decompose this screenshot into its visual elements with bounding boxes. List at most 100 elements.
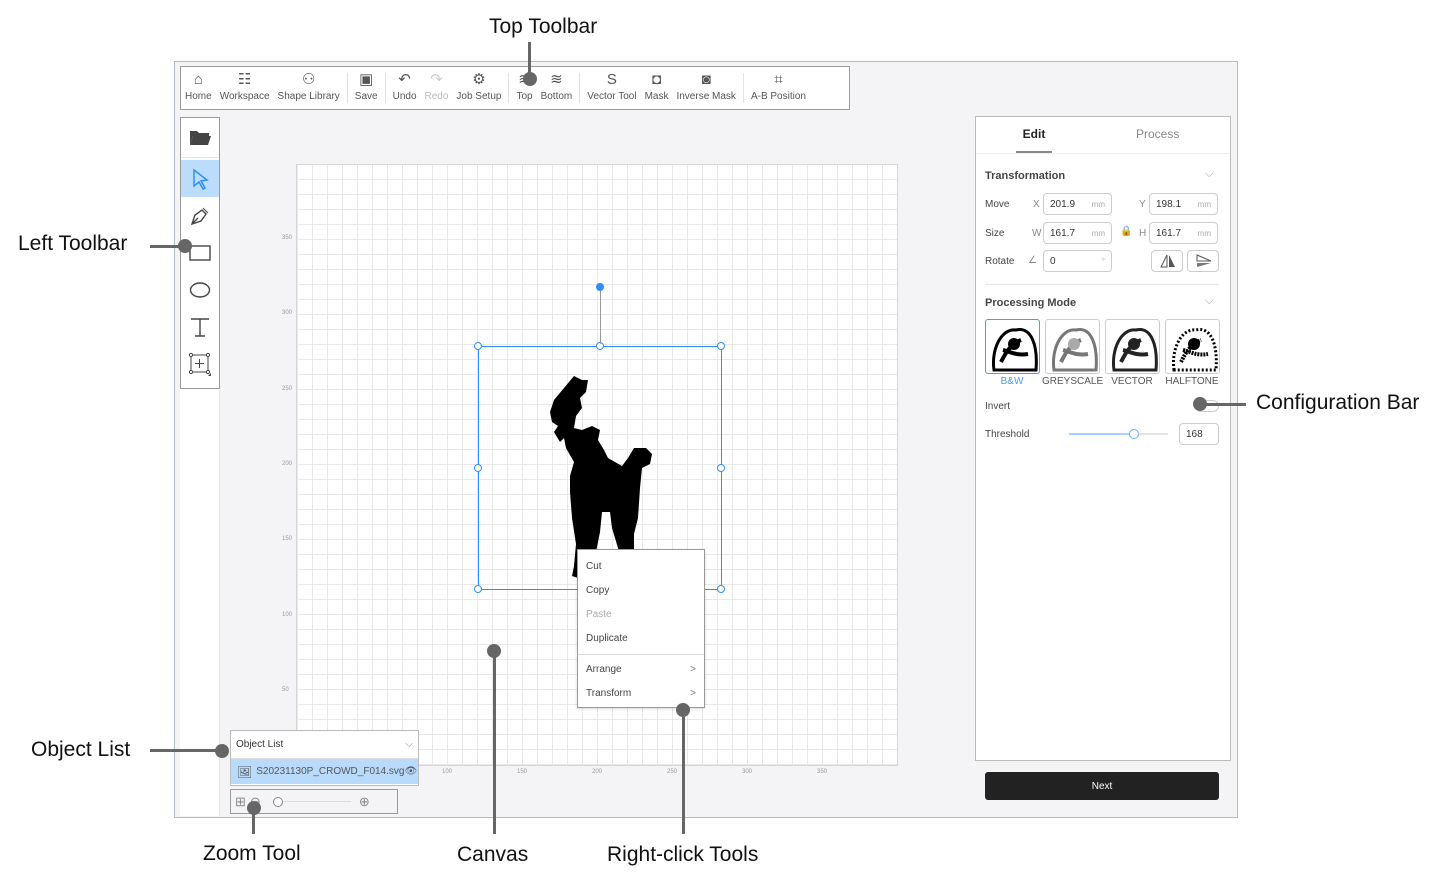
vector-tool-label: Vector Tool bbox=[587, 91, 637, 102]
y-tick-label: 100 bbox=[282, 611, 293, 618]
shape-library-button[interactable]: ⚇ Shape Library bbox=[274, 67, 344, 109]
select-tool[interactable] bbox=[181, 160, 219, 197]
mode-bw-thumbnail[interactable] bbox=[985, 319, 1040, 374]
mode-vector-thumbnail[interactable] bbox=[1105, 319, 1160, 374]
rotate-input[interactable]: 0 ° bbox=[1043, 250, 1112, 272]
menu-item-copy[interactable]: Copy bbox=[578, 579, 704, 603]
tab-process[interactable]: Process bbox=[1136, 127, 1179, 141]
resize-handle[interactable] bbox=[474, 342, 482, 350]
tab-edit[interactable]: Edit bbox=[1016, 127, 1052, 141]
transformation-title: Transformation bbox=[985, 170, 1066, 182]
mode-label: GREYSCALE bbox=[1042, 376, 1104, 387]
workspace-button[interactable]: ☷ Workspace bbox=[216, 67, 274, 109]
redo-label: Redo bbox=[424, 91, 449, 102]
object-filename: S20231130P_CROWD_F014.svg bbox=[256, 766, 405, 777]
save-icon: ▣ bbox=[359, 71, 374, 88]
undo-button[interactable]: ↶ Undo bbox=[389, 67, 421, 109]
height-input[interactable]: 161.7 mm bbox=[1149, 222, 1218, 244]
eye-icon[interactable]: 👁 bbox=[404, 766, 417, 777]
open-folder-button[interactable] bbox=[181, 118, 219, 155]
mode-preview-icon bbox=[1051, 328, 1098, 372]
menu-item-cut[interactable]: Cut bbox=[578, 555, 704, 579]
x-input[interactable]: 201.9 mm bbox=[1043, 193, 1112, 215]
object-list: Object List ⌵ 🖼 S20231130P_CROWD_F014.sv… bbox=[230, 730, 419, 786]
mode-greyscale-thumbnail[interactable] bbox=[1045, 319, 1100, 374]
toolbar-divider bbox=[508, 73, 510, 103]
callout-zoom-tool: Zoom Tool bbox=[203, 842, 301, 865]
job-setup-icon: ⚙ bbox=[472, 71, 486, 88]
zoom-slider-knob[interactable] bbox=[272, 796, 283, 807]
a-b-position-button[interactable]: ⌗ A-B Position bbox=[747, 67, 810, 109]
object-list-item[interactable]: 🖼 S20231130P_CROWD_F014.svg 👁 bbox=[231, 759, 418, 784]
mask-label: Mask bbox=[644, 91, 669, 102]
toolbar-divider bbox=[579, 73, 581, 103]
angle-value: 0 bbox=[1050, 256, 1056, 267]
y-label: Y bbox=[1139, 199, 1146, 210]
chevron-down-icon[interactable]: ⌵ bbox=[1205, 168, 1213, 181]
lock-icon[interactable]: 🔒 bbox=[1120, 226, 1132, 237]
vector-tool-button[interactable]: S Vector Tool bbox=[583, 67, 640, 109]
flip-horizontal-button[interactable] bbox=[1151, 250, 1183, 272]
redo-button[interactable]: ↷ Redo bbox=[421, 67, 453, 109]
next-button[interactable]: Next bbox=[985, 772, 1219, 800]
x-tick-label: 150 bbox=[517, 769, 528, 775]
move-label: Move bbox=[985, 199, 1010, 210]
mask-button[interactable]: ◘ Mask bbox=[641, 67, 673, 109]
menu-item-duplicate[interactable]: Duplicate bbox=[578, 627, 704, 651]
home-label: Home bbox=[185, 91, 212, 102]
inverse-mask-button[interactable]: ◙ Inverse Mask bbox=[672, 67, 739, 109]
resize-handle[interactable] bbox=[717, 342, 725, 350]
callout-top-toolbar: Top Toolbar bbox=[489, 15, 598, 38]
threshold-input[interactable]: 168 bbox=[1179, 423, 1219, 445]
a-b-position-icon: ⌗ bbox=[774, 71, 783, 88]
frame-tool[interactable] bbox=[181, 345, 219, 382]
callout-right-click-tools: Right-click Tools bbox=[607, 843, 759, 866]
chevron-down-icon[interactable]: ⌵ bbox=[405, 739, 413, 750]
chevron-down-icon[interactable]: ⌵ bbox=[1205, 295, 1213, 308]
pen-tool[interactable] bbox=[181, 197, 219, 234]
ellipse-tool[interactable] bbox=[181, 271, 219, 308]
bottom-icon: ≋ bbox=[550, 71, 563, 88]
flip-vertical-button[interactable] bbox=[1187, 250, 1219, 272]
text-tool[interactable] bbox=[181, 308, 219, 345]
save-button[interactable]: ▣ Save bbox=[351, 67, 382, 109]
toolbar-divider bbox=[384, 73, 386, 103]
menu-item-arrange[interactable]: Arrange > bbox=[578, 658, 704, 682]
zoom-slider[interactable] bbox=[272, 796, 351, 807]
resize-handle[interactable] bbox=[717, 464, 725, 472]
rotate-line bbox=[600, 287, 601, 344]
threshold-value: 168 bbox=[1186, 429, 1203, 440]
workspace-icon: ☷ bbox=[237, 71, 252, 88]
bottom-button[interactable]: ≋ Bottom bbox=[537, 67, 577, 109]
menu-item-paste[interactable]: Paste bbox=[578, 603, 704, 627]
x-tick-label: 250 bbox=[667, 769, 678, 775]
rotate-handle[interactable] bbox=[596, 283, 604, 291]
menu-label: Arrange bbox=[586, 664, 622, 675]
y-tick-label: 50 bbox=[282, 686, 289, 693]
text-icon bbox=[191, 317, 209, 337]
h-value: 161.7 bbox=[1156, 228, 1182, 239]
fit-screen-icon[interactable]: ⊞ bbox=[235, 794, 246, 810]
invert-label: Invert bbox=[985, 401, 1011, 412]
home-button[interactable]: ⌂ Home bbox=[181, 67, 216, 109]
job-setup-button[interactable]: ⚙ Job Setup bbox=[452, 67, 505, 109]
callout-configuration-bar: Configuration Bar bbox=[1256, 391, 1420, 414]
width-input[interactable]: 161.7 mm bbox=[1043, 222, 1112, 244]
resize-handle[interactable] bbox=[717, 585, 725, 593]
toolbar-divider bbox=[742, 73, 744, 103]
x-tick-label: 350 bbox=[817, 769, 828, 775]
unit: mm bbox=[1197, 229, 1211, 238]
undo-icon: ↶ bbox=[398, 71, 411, 88]
mode-preview-icon bbox=[1171, 328, 1218, 372]
y-input[interactable]: 198.1 mm bbox=[1149, 193, 1218, 215]
zoom-in-icon[interactable]: ⊕ bbox=[359, 794, 370, 810]
resize-handle[interactable] bbox=[474, 464, 482, 472]
mode-preview-icon bbox=[991, 328, 1038, 372]
mode-halftone-thumbnail[interactable] bbox=[1165, 319, 1220, 374]
a-b-position-label: A-B Position bbox=[750, 91, 806, 102]
unit: mm bbox=[1197, 200, 1211, 209]
resize-handle[interactable] bbox=[474, 585, 482, 593]
angle-icon: ∠ bbox=[1028, 255, 1037, 266]
context-menu: Cut Copy Paste Duplicate Arrange > Transf… bbox=[577, 549, 705, 708]
threshold-slider[interactable] bbox=[1069, 429, 1168, 439]
